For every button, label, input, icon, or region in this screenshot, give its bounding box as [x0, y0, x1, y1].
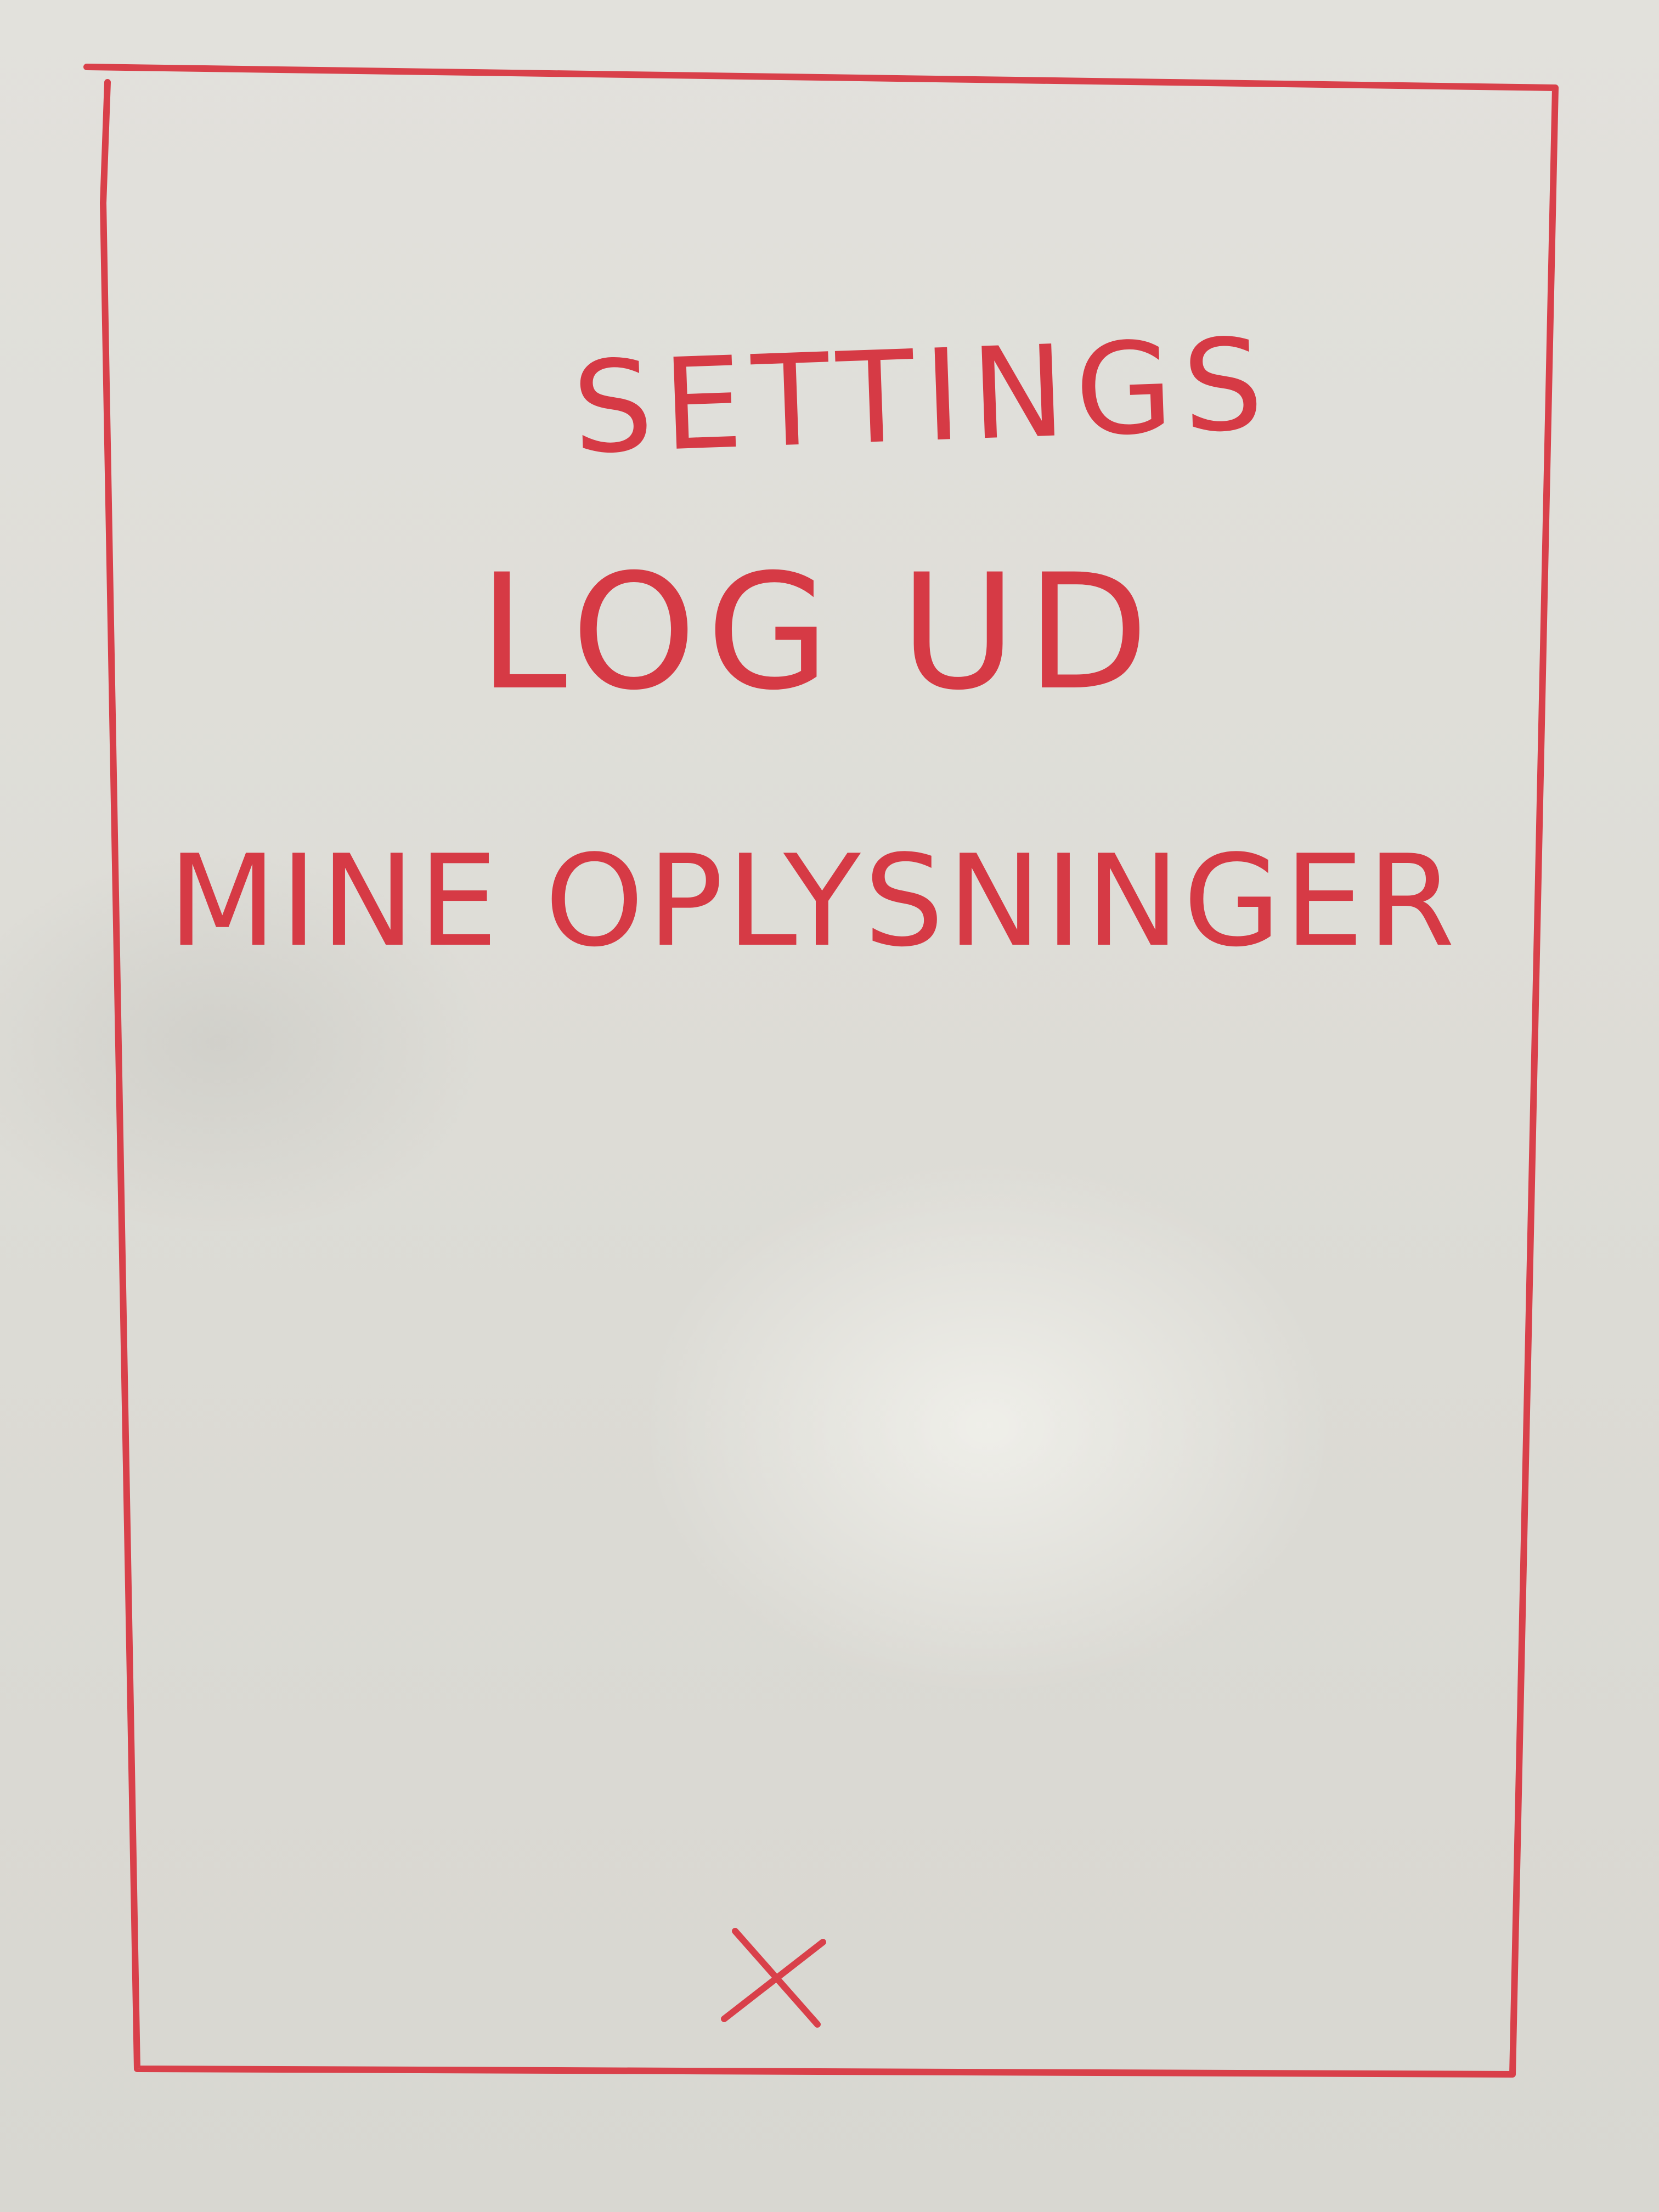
close-button[interactable]	[713, 1920, 834, 2041]
logout-menu-item[interactable]: LOG UD	[0, 540, 1648, 725]
close-icon	[721, 1928, 826, 2028]
my-info-menu-item[interactable]: MINE OPLYSNINGER	[0, 828, 1643, 975]
